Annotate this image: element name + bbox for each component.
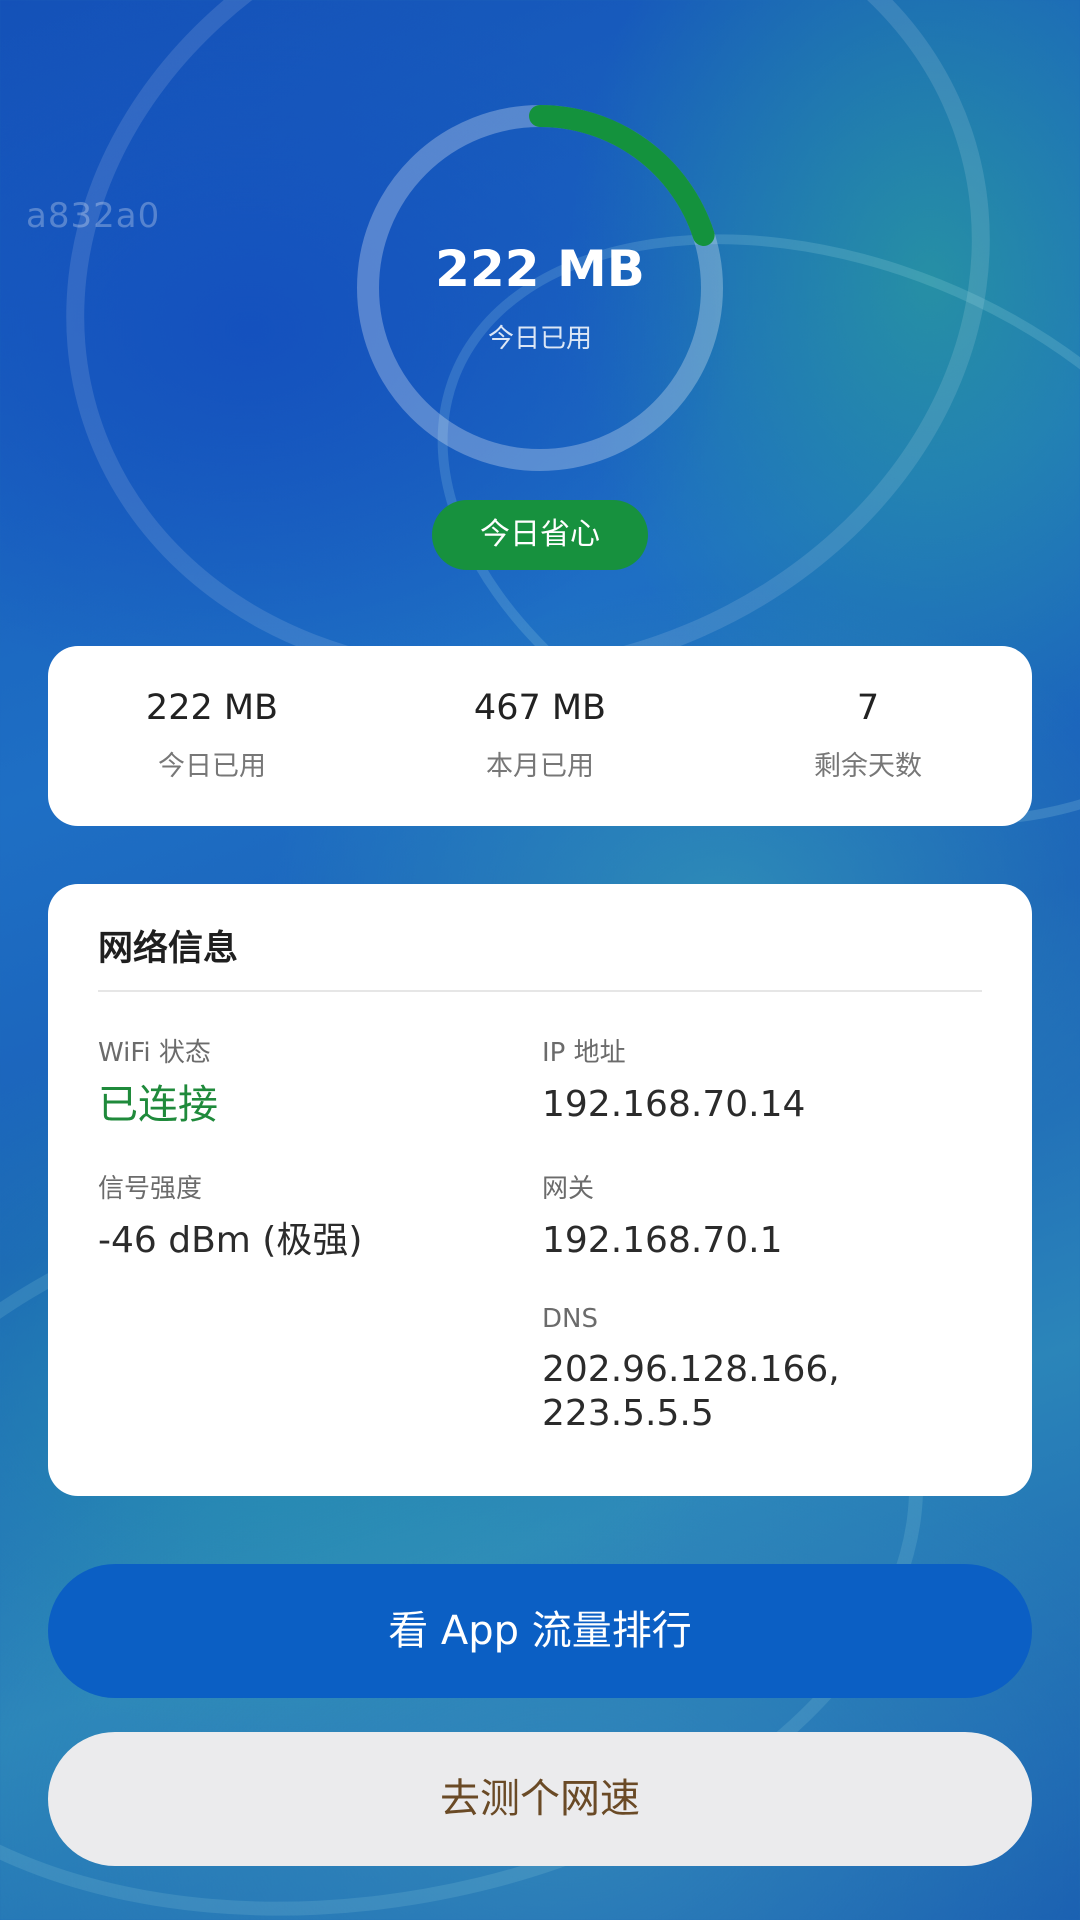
dns-label: DNS [542, 1304, 598, 1334]
wifi-status-field: WiFi 状态 已连接 [98, 1032, 218, 1127]
dns-value-line: 223.5.5.5 [542, 1393, 714, 1434]
usage-stats-card: 222 MB 今日已用 467 MB 本月已用 7 剩余天数 [48, 646, 1032, 826]
network-info-card: 网络信息 WiFi 状态 已连接 信号强度 -46 dBm (极强) IP 地址… [48, 884, 1032, 1496]
network-info-title: 网络信息 [98, 929, 239, 969]
gateway-field: 网关 192.168.70.1 [542, 1168, 782, 1263]
stat-value: 467 MB [473, 688, 607, 728]
divider [98, 990, 982, 992]
usage-ring: 222 MB 今日已用 [352, 100, 728, 476]
ip-address-field: IP 地址 192.168.70.14 [542, 1032, 805, 1127]
stat-label: 今日已用 [158, 751, 266, 782]
app-traffic-ranking-button[interactable]: 看 App 流量排行 [48, 1564, 1032, 1698]
dns-value: 202.96.128.166, 223.5.5.5 [542, 1348, 840, 1436]
stat-value: 7 [856, 688, 880, 728]
stat-value: 222 MB [145, 688, 279, 728]
ip-address-value: 192.168.70.14 [542, 1084, 806, 1125]
dns-value-line: 202.96.128.166, [542, 1349, 840, 1390]
signal-strength-value: -46 dBm (极强) [98, 1220, 363, 1261]
signal-strength-label: 信号强度 [98, 1174, 203, 1204]
stat-label: 本月已用 [486, 751, 594, 782]
stat-label: 剩余天数 [814, 751, 922, 782]
stat-days-left: 7 剩余天数 [704, 646, 1032, 826]
ip-address-label: IP 地址 [542, 1038, 626, 1068]
today-usage-label: 今日已用 [487, 324, 592, 354]
status-badge: 今日省心 [432, 500, 648, 570]
dns-field: DNS 202.96.128.166, 223.5.5.5 [542, 1304, 840, 1436]
wifi-status-label: WiFi 状态 [98, 1038, 211, 1068]
stat-month: 467 MB 本月已用 [376, 646, 704, 826]
stat-today: 222 MB 今日已用 [48, 646, 376, 826]
watermark-text: a832a0 [26, 196, 161, 236]
signal-strength-field: 信号强度 -46 dBm (极强) [98, 1168, 362, 1263]
wifi-status-value: 已连接 [98, 1082, 218, 1128]
speed-test-button[interactable]: 去测个网速 [48, 1732, 1032, 1866]
gateway-value: 192.168.70.1 [542, 1220, 783, 1261]
today-usage-value: 222 MB [435, 240, 645, 298]
gateway-label: 网关 [542, 1174, 595, 1204]
